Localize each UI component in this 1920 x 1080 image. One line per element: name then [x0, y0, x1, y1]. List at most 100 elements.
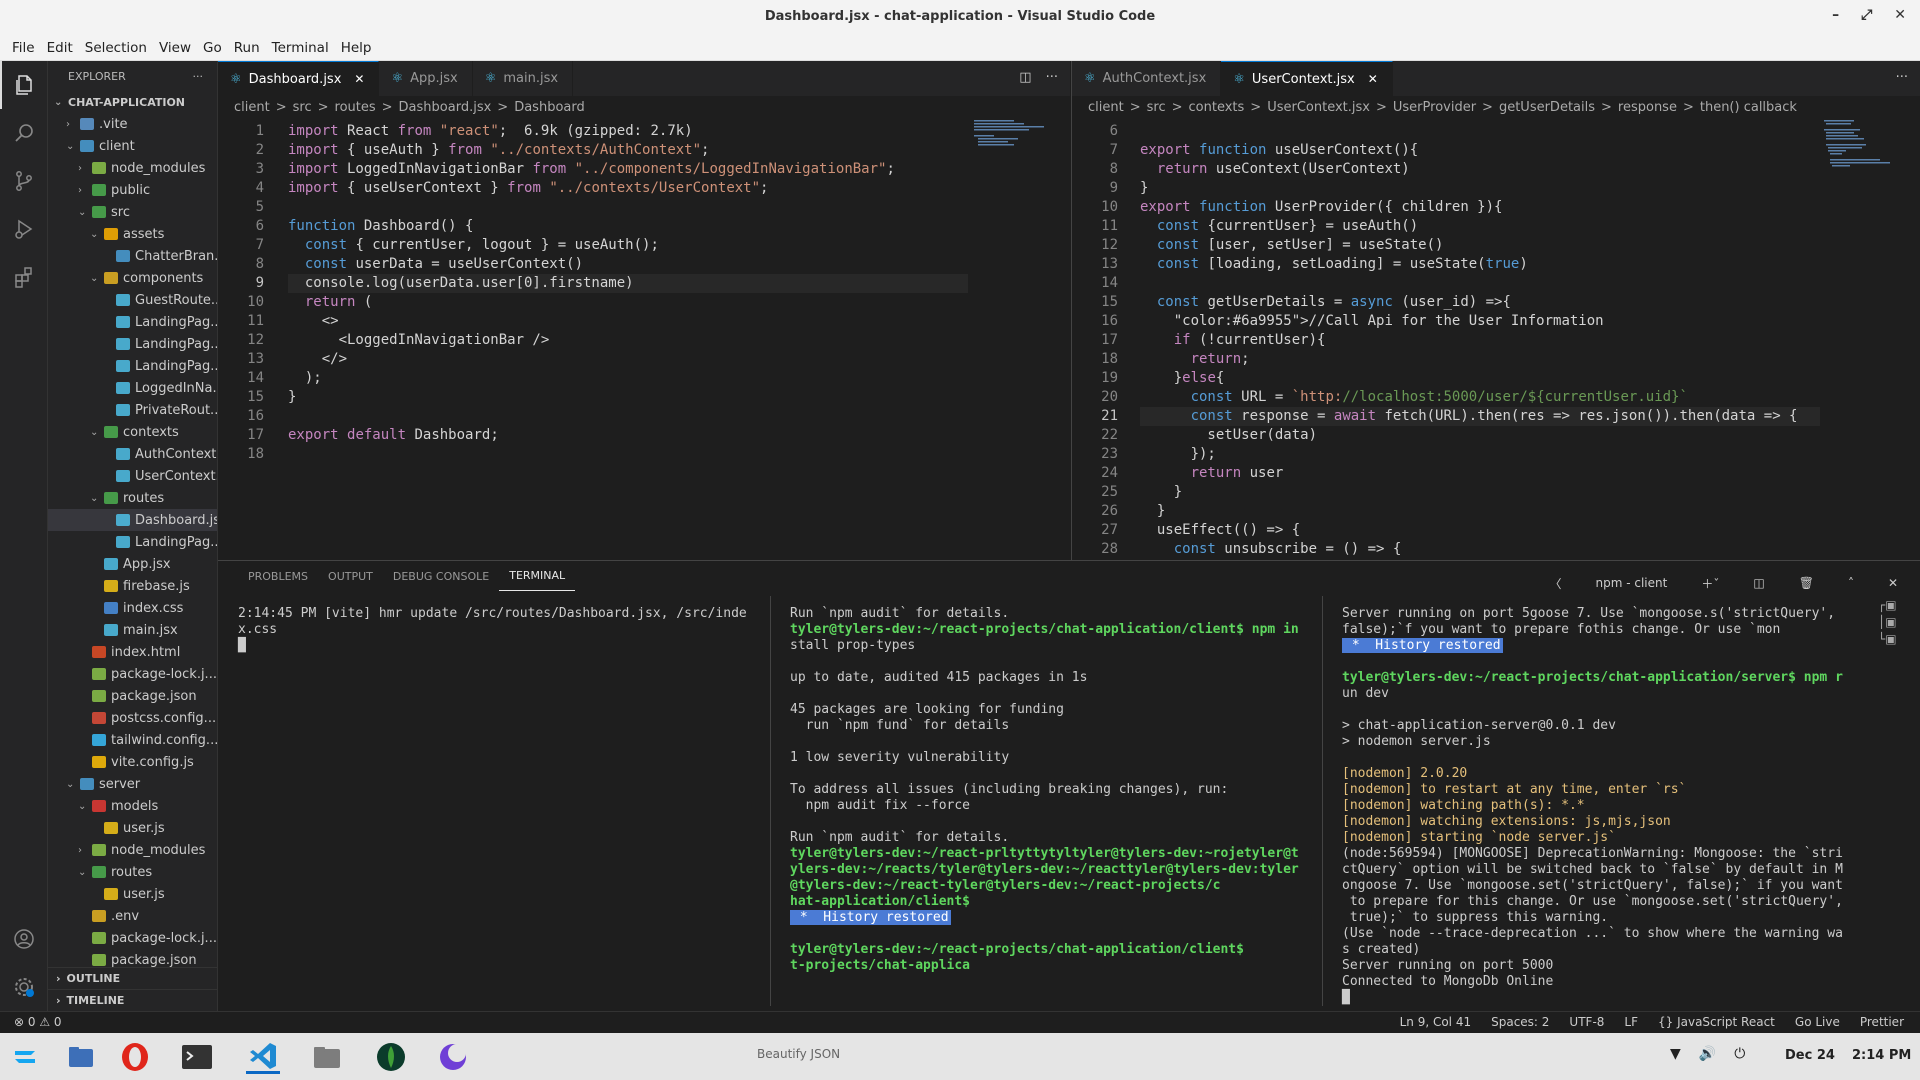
tree-item[interactable]: ⌄ client — [48, 135, 217, 157]
maximize-panel-icon[interactable]: ˄ — [1838, 568, 1864, 598]
tree-item[interactable]: ⌄ routes — [48, 861, 217, 883]
breadcrumb-item[interactable]: response — [1618, 100, 1677, 115]
manage-gear-icon[interactable] — [0, 963, 48, 1011]
maximize-icon[interactable]: ⤢ — [1861, 7, 1872, 23]
tree-item[interactable]: package.json — [48, 685, 217, 707]
tree-item[interactable]: package-lock.j... — [48, 663, 217, 685]
tree-item[interactable]: › public — [48, 179, 217, 201]
menu-edit[interactable]: Edit — [41, 35, 79, 60]
tree-item[interactable]: GuestRoute.... — [48, 289, 217, 311]
split-terminal-icon[interactable]: ◫ — [1743, 568, 1774, 598]
tab-dashboard-jsx[interactable]: ⚛ Dashboard.jsx ✕ — [218, 61, 380, 96]
close-panel-icon[interactable]: ✕ — [1878, 568, 1908, 598]
tree-item[interactable]: ⌄ src — [48, 201, 217, 223]
tree-item[interactable]: ChatterBran... — [48, 245, 217, 267]
breadcrumb-item[interactable]: contexts — [1189, 100, 1245, 115]
explorer-icon[interactable] — [0, 61, 48, 109]
tab-main-jsx[interactable]: ⚛ main.jsx — [473, 61, 574, 96]
new-terminal-icon[interactable]: ＋ˇ — [1691, 568, 1729, 598]
taskbar-date[interactable]: Dec 24 — [1785, 1048, 1835, 1063]
tree-item[interactable]: › node_modules — [48, 839, 217, 861]
breadcrumb-item[interactable]: routes — [335, 100, 376, 115]
tree-item[interactable]: index.html — [48, 641, 217, 663]
breadcrumb-item[interactable]: client — [1088, 100, 1124, 115]
terminal-name[interactable]: npm - client — [1586, 568, 1678, 598]
volume-icon[interactable]: 🔊 — [1699, 1046, 1716, 1062]
tree-item[interactable]: ⌄ assets — [48, 223, 217, 245]
zorin-menu-icon[interactable] — [8, 1040, 42, 1074]
menu-file[interactable]: File — [6, 35, 41, 60]
breadcrumb-item[interactable]: src — [1147, 100, 1166, 115]
close-tab-icon[interactable]: ✕ — [354, 72, 364, 86]
more-actions-icon[interactable]: ··· — [193, 70, 204, 83]
status-item[interactable]: UTF-8 — [1569, 1015, 1604, 1029]
tree-item[interactable]: ⌄ models — [48, 795, 217, 817]
panel-tab-problems[interactable]: PROBLEMS — [238, 561, 318, 591]
taskbar-window-label[interactable]: Beautify JSON — [757, 1047, 840, 1061]
tree-item[interactable]: index.css — [48, 597, 217, 619]
tree-item[interactable]: › .vite — [48, 113, 217, 135]
breadcrumb-item[interactable]: getUserDetails — [1499, 100, 1595, 115]
tree-item[interactable]: .env — [48, 905, 217, 927]
tree-item[interactable]: LandingPag... — [48, 531, 217, 553]
tree-item[interactable]: › node_modules — [48, 157, 217, 179]
run-debug-icon[interactable] — [0, 205, 48, 253]
timeline-section[interactable]: › TIMELINE — [48, 989, 217, 1011]
extensions-icon[interactable] — [0, 253, 48, 301]
trash-icon[interactable]: 🗑 — [1789, 568, 1824, 598]
file-manager-icon[interactable] — [310, 1040, 344, 1074]
taskbar-time[interactable]: 2:14 PM — [1852, 1048, 1911, 1063]
more-actions-icon[interactable]: ··· — [1046, 70, 1058, 85]
menu-view[interactable]: View — [153, 35, 197, 60]
tree-item[interactable]: firebase.js — [48, 575, 217, 597]
terminal-list[interactable]: ┌▣ │▣ └▣ — [1878, 597, 1897, 648]
problems-status[interactable]: ⊗ 0 ⚠ 0 — [14, 1015, 62, 1029]
tree-item[interactable]: LandingPag... — [48, 355, 217, 377]
source-control-icon[interactable] — [0, 157, 48, 205]
tree-item[interactable]: package-lock.j... — [48, 927, 217, 949]
code-editor[interactable]: 1 import React from "react"; 6.9k (gzippe… — [218, 118, 1070, 558]
tree-item[interactable]: LandingPag... — [48, 333, 217, 355]
terminal-pane-1[interactable]: 2:14:45 PM [vite] hmr update /src/routes… — [238, 606, 747, 654]
opera-browser-icon[interactable] — [118, 1040, 152, 1074]
minimap[interactable] — [974, 118, 1054, 318]
menu-help[interactable]: Help — [335, 35, 378, 60]
tree-item[interactable]: user.js — [48, 817, 217, 839]
terminal-pane-3[interactable]: Server running on port 5goose 7. Use `mo… — [1342, 606, 1862, 1006]
tree-item[interactable]: Dashboard.jsx — [48, 509, 217, 531]
more-actions-icon[interactable]: ··· — [1896, 70, 1908, 85]
tree-item[interactable]: App.jsx — [48, 553, 217, 575]
code-editor[interactable]: 6 7 export function useUserContext(){8 ret… — [1072, 118, 1920, 558]
status-item[interactable]: Ln 9, Col 41 — [1400, 1015, 1472, 1029]
workspace-root[interactable]: ⌄ CHAT-APPLICATION — [48, 91, 217, 113]
tree-item[interactable]: tailwind.config... — [48, 729, 217, 751]
breadcrumb-item[interactable]: then() callback — [1700, 100, 1797, 115]
close-icon[interactable]: ✕ — [1894, 7, 1906, 23]
tree-item[interactable]: main.jsx — [48, 619, 217, 641]
tab-authcontext-jsx[interactable]: ⚛ AuthContext.jsx — [1072, 61, 1222, 96]
breadcrumb-item[interactable]: client — [234, 100, 270, 115]
breadcrumb-item[interactable]: UserContext.jsx — [1267, 100, 1370, 115]
breadcrumb-item[interactable]: src — [293, 100, 312, 115]
breadcrumb-item[interactable]: Dashboard.jsx — [399, 100, 492, 115]
tree-item[interactable]: user.js — [48, 883, 217, 905]
tree-item[interactable]: vite.config.js — [48, 751, 217, 773]
breadcrumb-item[interactable]: Dashboard — [514, 100, 585, 115]
panel-tab-terminal[interactable]: TERMINAL — [499, 561, 576, 591]
system-tray[interactable]: ▼ 🔊 ⏻ — [1670, 1046, 1745, 1062]
minimap[interactable] — [1824, 118, 1904, 318]
status-item[interactable]: LF — [1624, 1015, 1638, 1029]
tree-item[interactable]: ⌄ components — [48, 267, 217, 289]
status-item[interactable]: Spaces: 2 — [1491, 1015, 1549, 1029]
close-tab-icon[interactable]: ✕ — [1368, 72, 1378, 86]
terminal-app-icon[interactable] — [180, 1040, 214, 1074]
outline-section[interactable]: › OUTLINE — [48, 967, 217, 989]
menu-run[interactable]: Run — [228, 35, 266, 60]
tree-item[interactable]: UserContext... — [48, 465, 217, 487]
tree-item[interactable]: ⌄ contexts — [48, 421, 217, 443]
tree-item[interactable]: LoggedInNa... — [48, 377, 217, 399]
status-item[interactable]: Prettier — [1860, 1015, 1904, 1029]
account-icon[interactable] — [0, 915, 48, 963]
app-moon-icon[interactable] — [436, 1040, 470, 1074]
vscode-icon[interactable] — [246, 1040, 280, 1074]
